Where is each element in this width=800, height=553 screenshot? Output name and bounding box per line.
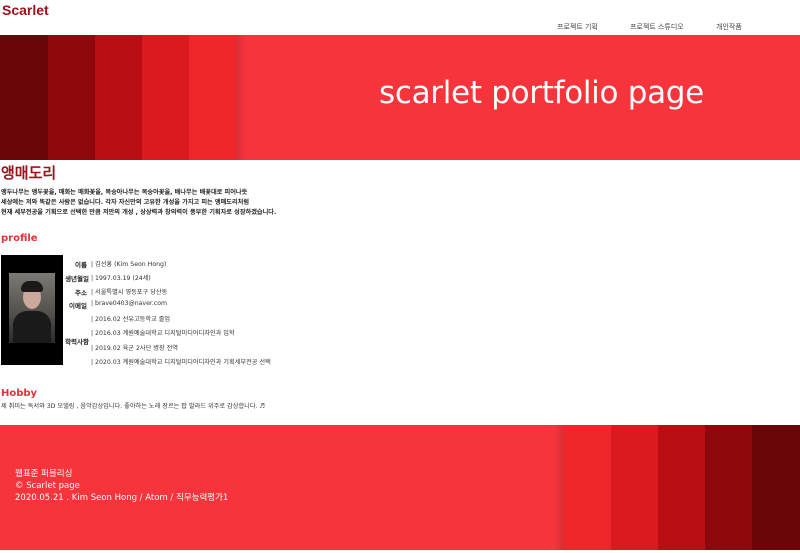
education-item: | 2016.03 계원예술대학교 디지털미디어디자인과 입학	[91, 330, 235, 337]
footer-text: 웹표준 퍼블리싱 © Scarlet page 2020.05.21 . Kim…	[15, 468, 228, 504]
hero-stripe	[95, 35, 142, 160]
intro-line: 세상에는 저와 똑같은 사람은 없습니다. 각자 자신만의 고유한 개성을 가지…	[1, 199, 250, 206]
nav-item-project-studio[interactable]: 프로젝트 스튜디오	[630, 22, 684, 32]
intro-line: 앵두나무는 앵두꽃을, 매화는 매화꽃을, 복숭아나무는 복숭아꽃을, 배나무는…	[1, 189, 248, 196]
hero-stripe	[48, 35, 95, 160]
birthdate-value: | 1997.03.19 (24세)	[91, 275, 151, 282]
footer-line: © Scarlet page	[15, 481, 80, 491]
profile-photo	[1, 255, 63, 365]
hero-stripe-shadow	[236, 35, 246, 160]
site-footer: 웹표준 퍼블리싱 © Scarlet page 2020.05.21 . Kim…	[0, 425, 800, 550]
footer-stripe-shadow	[554, 425, 564, 550]
hero-stripe	[142, 35, 189, 160]
hero-banner: scarlet portfolio page	[0, 35, 800, 160]
hero-title: scarlet portfolio page	[379, 75, 704, 111]
nav-item-project-planning[interactable]: 프로젝트 기획	[557, 22, 598, 32]
birthdate-label: 생년월일	[65, 275, 89, 283]
footer-line: 2020.05.21 . Kim Seon Hong / Atom / 직무능력…	[15, 493, 229, 503]
footer-stripe	[705, 425, 752, 550]
hero-stripe	[0, 35, 48, 160]
nav-item-personal-works[interactable]: 개인작품	[716, 22, 742, 32]
footer-stripe	[658, 425, 705, 550]
education-item: | 2020.03 계원예술대학교 디지털미디어디자인과 기획세부전공 선택	[91, 359, 271, 366]
address-value: | 서울특별시 영등포구 당산동	[91, 289, 168, 296]
footer-line: 웹표준 퍼블리싱	[15, 469, 73, 479]
hero-stripe	[189, 35, 236, 160]
main-nav: 프로젝트 기획 프로젝트 스튜디오 개인작품	[0, 22, 800, 34]
intro-text: 앵두나무는 앵두꽃을, 매화는 매화꽃을, 복숭아나무는 복숭아꽃을, 배나무는…	[1, 188, 276, 218]
footer-stripe	[564, 425, 611, 550]
education-label: 학력사항	[65, 338, 89, 346]
education-item: | 2016.02 선유고등학교 졸업	[91, 316, 171, 323]
email-label: 이메일	[69, 302, 87, 310]
profile-title: profile	[1, 233, 38, 244]
site-logo[interactable]: Scarlet	[2, 2, 49, 18]
name-value: | 김선홍 (Kim Seon Hong)	[91, 261, 167, 268]
hobby-title: Hobby	[1, 388, 38, 399]
site-header: Scarlet 프로젝트 기획 프로젝트 스튜디오 개인작품	[0, 0, 800, 35]
hobby-text: 제 취미는 독서와 3D 모델링 , 음악감상입니다. 좋아하는 노래 장르는 …	[1, 403, 265, 410]
intro-title: 앵매도리	[1, 164, 57, 182]
footer-stripe	[752, 425, 800, 550]
address-label: 주소	[75, 289, 87, 297]
email-value: | brave0403@naver.com	[91, 300, 168, 307]
intro-line: 현재 세부전공을 기획으로 선택한 만큼 저만의 개성 , 상상력과 창의력이 …	[1, 209, 277, 216]
name-label: 이름	[75, 261, 87, 269]
photo-subject	[9, 273, 55, 343]
education-item: | 2019.02 육군 2사단 병장 전역	[91, 345, 178, 352]
photo-hair	[21, 281, 43, 292]
footer-stripe	[611, 425, 658, 550]
photo-body	[13, 311, 51, 343]
